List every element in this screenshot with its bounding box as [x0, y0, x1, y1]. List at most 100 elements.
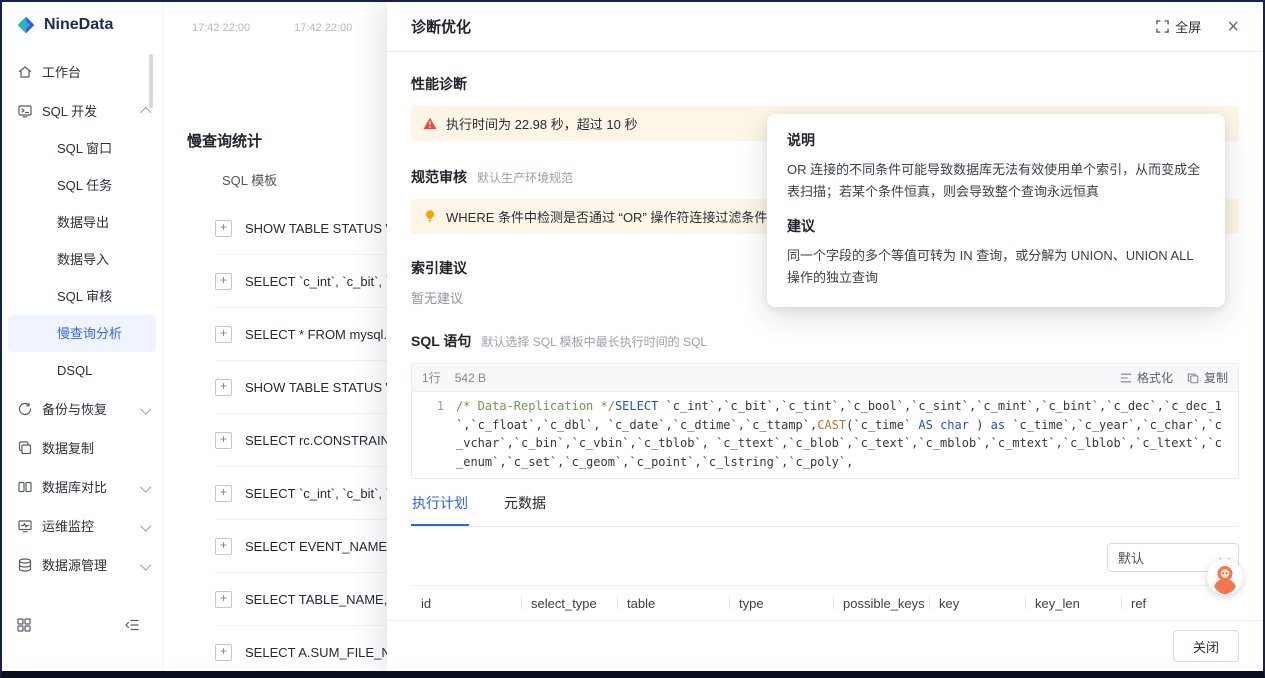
database-icon — [17, 557, 33, 573]
nav-label: SQL 开发 — [42, 101, 97, 120]
tooltip-heading-suggestion: 建议 — [787, 216, 1205, 236]
sidebar-item-db-compare[interactable]: 数据库对比 — [2, 467, 162, 506]
sidebar-item-data-import[interactable]: 数据导入 — [8, 241, 156, 278]
plan-header-cell: key — [929, 596, 1025, 611]
expand-icon[interactable]: + — [215, 538, 232, 555]
time-label: 17:42 22:00 — [294, 22, 352, 34]
line-number: 1 — [412, 397, 456, 471]
chevron-down-icon — [142, 522, 150, 530]
sidebar-item-data-export[interactable]: 数据导出 — [8, 204, 156, 241]
expand-icon[interactable]: + — [215, 432, 232, 449]
sidebar-item-slow-query-analysis[interactable]: 慢查询分析 — [8, 315, 156, 352]
nav-label: 备份与恢复 — [42, 399, 107, 418]
plan-header-cell: id — [411, 596, 521, 611]
drawer-header: 诊断优化 全屏 × — [387, 2, 1263, 52]
plan-header-cell: table — [617, 596, 729, 611]
nav-sublabel: SQL 任务 — [57, 178, 112, 193]
perf-warning-text: 执行时间为 22.98 秒，超过 10 秒 — [446, 114, 637, 133]
sql-code-block: 1行 542 B 格式化 复制 1 /* Data-Replication */… — [411, 363, 1239, 479]
nav-sublabel: 慢查询分析 — [57, 326, 122, 341]
nav-sublabel: 数据导入 — [57, 252, 109, 267]
sidebar-item-sql-window[interactable]: SQL 窗口 — [8, 130, 156, 167]
expand-icon[interactable]: + — [215, 326, 232, 343]
sidebar-item-datasource-management[interactable]: 数据源管理 — [2, 545, 162, 584]
compare-icon — [17, 479, 33, 495]
rule-tooltip: 说明 OR 连接的不同条件可能导致数据库无法有效使用单个索引，从而变成全表扫描；… — [767, 114, 1225, 307]
review-section-title: 规范审核 — [411, 167, 467, 187]
copy-icon — [1187, 372, 1199, 384]
fullscreen-button[interactable]: 全屏 — [1156, 17, 1201, 36]
drawer-footer: 关闭 — [387, 620, 1263, 671]
expand-icon[interactable]: + — [215, 485, 232, 502]
plan-select-value: 默认 — [1118, 548, 1144, 567]
close-icon[interactable]: × — [1227, 17, 1239, 37]
sql-section-title: SQL 语句 — [411, 331, 471, 351]
chevron-down-icon — [142, 405, 150, 413]
plan-header-cell: select_type — [521, 596, 617, 611]
close-button[interactable]: 关闭 — [1173, 630, 1239, 662]
expand-icon[interactable]: + — [215, 379, 232, 396]
tab-execution-plan[interactable]: 执行计划 — [411, 493, 469, 526]
plan-header-cell: possible_keys — [833, 596, 929, 611]
bulb-icon — [423, 209, 437, 224]
sql-section-subtitle: 默认选择 SQL 模板中最长执行时间的 SQL — [481, 333, 707, 350]
expand-icon[interactable]: + — [215, 220, 232, 237]
format-button[interactable]: 格式化 — [1120, 369, 1173, 386]
copy-button[interactable]: 复制 — [1187, 369, 1228, 386]
slow-query-stats-title: 慢查询统计 — [187, 130, 262, 151]
collapse-sidebar-icon[interactable] — [124, 617, 140, 633]
nav-sublabel: SQL 审核 — [57, 289, 112, 304]
plan-header-cell: key_len — [1025, 596, 1121, 611]
column-header-sql-template: SQL 模板 — [222, 170, 277, 189]
code-toolbar: 1行 542 B 格式化 复制 — [412, 364, 1238, 392]
perf-section-title: 性能诊断 — [411, 74, 1239, 94]
warning-triangle-icon — [423, 117, 437, 130]
copy-icon — [17, 440, 33, 456]
sidebar-item-sql-task[interactable]: SQL 任务 — [8, 167, 156, 204]
expand-icon[interactable]: + — [215, 273, 232, 290]
nav-label: 数据复制 — [42, 438, 94, 457]
chevron-down-icon — [142, 483, 150, 491]
assistant-avatar[interactable] — [1207, 559, 1243, 595]
sidebar-item-sql-dev[interactable]: SQL 开发 — [2, 91, 162, 130]
sidebar-item-workbench[interactable]: 工作台 — [2, 52, 162, 91]
nav-label: 数据库对比 — [42, 477, 107, 496]
code-size: 542 B — [455, 371, 486, 385]
tooltip-explanation-text: OR 连接的不同条件可能导致数据库无法有效使用单个索引，从而变成全表扫描；若某个… — [787, 159, 1205, 203]
fullscreen-icon — [1156, 20, 1169, 33]
home-icon — [17, 64, 33, 80]
plan-table-header: id select_type table type possible_keys … — [411, 585, 1239, 621]
plan-header-cell: type — [729, 596, 833, 611]
review-section-subtitle: 默认生产环境规范 — [477, 169, 573, 186]
sidebar-item-ops-monitoring[interactable]: 运维监控 — [2, 506, 162, 545]
nav-label: 数据源管理 — [42, 555, 107, 574]
sidebar-item-data-replication[interactable]: 数据复制 — [2, 428, 162, 467]
grid-icon[interactable] — [16, 617, 32, 633]
sidebar-footer — [2, 617, 162, 633]
monitor-icon — [17, 518, 33, 534]
app-window: NineData 工作台 SQL 开发 SQL 窗口 SQL 任务 数据导出 数… — [0, 0, 1265, 678]
sql-dev-icon — [17, 103, 33, 119]
nav-label: 运维监控 — [42, 516, 94, 535]
sidebar-scrollbar[interactable] — [149, 54, 153, 108]
sidebar-item-dsql[interactable]: DSQL — [8, 352, 156, 389]
ninedata-logo-icon — [16, 15, 36, 35]
tooltip-suggestion-text: 同一个字段的多个等值可转为 IN 查询，或分解为 UNION、UNION ALL… — [787, 245, 1205, 289]
nav-sublabel: SQL 窗口 — [57, 141, 112, 156]
backup-icon — [17, 401, 33, 417]
chevron-up-icon — [142, 107, 150, 115]
detail-tabs: 执行计划 元数据 — [411, 493, 1239, 527]
review-warning-text: WHERE 条件中检测是否通过 “OR” 操作符连接过滤条件 — [446, 207, 767, 226]
format-icon — [1120, 372, 1132, 384]
expand-icon[interactable]: + — [215, 591, 232, 608]
drawer-title: 诊断优化 — [411, 16, 471, 37]
sidebar-item-sql-review[interactable]: SQL 审核 — [8, 278, 156, 315]
sidebar-nav: 工作台 SQL 开发 SQL 窗口 SQL 任务 数据导出 数据导入 SQL 审… — [2, 52, 162, 613]
brand-logo[interactable]: NineData — [2, 2, 162, 45]
fullscreen-label: 全屏 — [1175, 17, 1201, 36]
tab-metadata[interactable]: 元数据 — [503, 493, 547, 526]
time-axis-labels: 17:42 22:00 17:42 22:00 — [192, 22, 352, 34]
code-editor[interactable]: 1 /* Data-Replication */SELECT `c_int`,`… — [412, 392, 1238, 478]
expand-icon[interactable]: + — [215, 644, 232, 661]
sidebar-item-backup-restore[interactable]: 备份与恢复 — [2, 389, 162, 428]
